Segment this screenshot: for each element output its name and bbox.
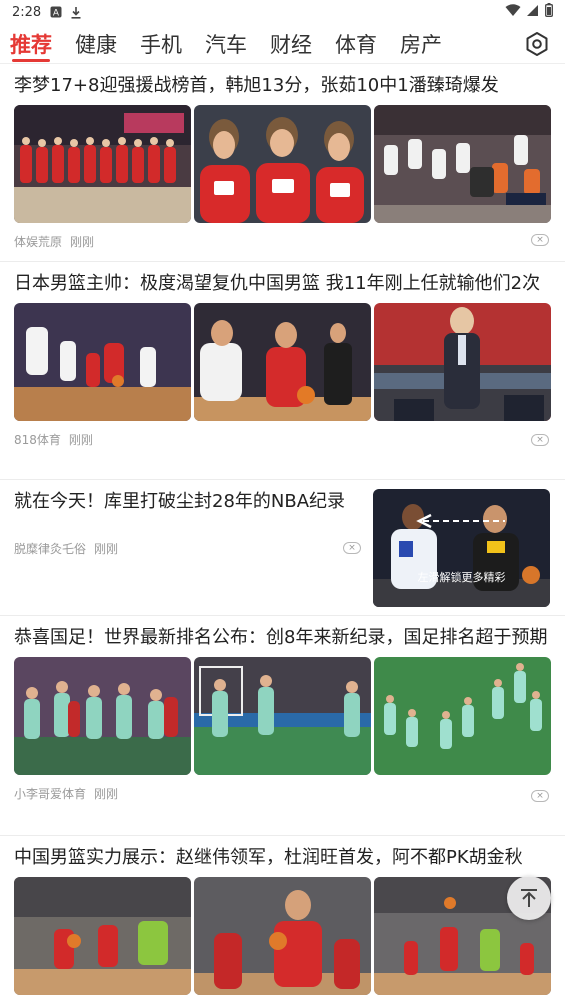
dismiss-button[interactable]: × <box>531 434 549 446</box>
news-time: 刚刚 <box>94 787 119 801</box>
news-card[interactable]: 就在今天！库里打破尘封28年的NBA纪录 脱糜律灸乇俗 刚刚 × 左滑解锁更多精… <box>0 480 565 616</box>
news-feed: 李梦17+8迎强援战榜首，韩旭13分，张茹10中1潘臻琦爆发 体娱荒原 刚刚 ×… <box>0 64 565 1004</box>
news-image[interactable] <box>14 303 191 421</box>
dismiss-button[interactable]: × <box>531 790 549 802</box>
wifi-icon <box>505 3 521 21</box>
status-bar: 2:28 A <box>0 0 565 24</box>
channel-tab-bar: 推荐 健康 手机 汽车 财经 体育 房产 <box>0 24 565 64</box>
signal-icon <box>527 4 539 21</box>
dismiss-button[interactable]: × <box>531 234 549 246</box>
news-title[interactable]: 恭喜国足！世界最新排名公布：创8年来新纪录，国足排名超于预期 <box>0 616 565 651</box>
news-card[interactable]: 日本男篮主帅：极度渴望复仇中国男篮 我11年刚上任就输他们2次 818体育 刚刚… <box>0 262 565 480</box>
news-card[interactable]: 中国男篮实力展示：赵继伟领军，杜润旺首发，阿不都PK胡金秋 <box>0 836 565 1004</box>
news-image[interactable] <box>194 657 371 775</box>
news-image[interactable] <box>374 105 551 223</box>
back-to-top-button[interactable] <box>507 876 551 920</box>
news-time: 刚刚 <box>94 542 119 556</box>
news-title[interactable]: 李梦17+8迎强援战榜首，韩旭13分，张茹10中1潘臻琦爆发 <box>0 64 565 99</box>
news-source: 体娱荒原 <box>14 235 63 249</box>
news-image[interactable] <box>194 303 371 421</box>
dismiss-button[interactable]: × <box>343 542 361 554</box>
news-card[interactable]: 恭喜国足！世界最新排名公布：创8年来新纪录，国足排名超于预期 小李哥爱体育 刚刚… <box>0 616 565 836</box>
news-title[interactable]: 日本男篮主帅：极度渴望复仇中国男篮 我11年刚上任就输他们2次 <box>0 262 565 297</box>
news-image[interactable] <box>194 105 371 223</box>
hexagon-settings-icon <box>526 32 548 56</box>
battery-icon <box>545 3 553 21</box>
channel-settings-button[interactable] <box>521 28 553 60</box>
status-time: 2:28 <box>12 4 42 20</box>
tab-sports[interactable]: 体育 <box>335 24 377 64</box>
news-time: 刚刚 <box>70 235 95 249</box>
notification-a-icon: A <box>49 5 63 19</box>
news-image[interactable] <box>194 877 371 995</box>
tab-auto[interactable]: 汽车 <box>205 24 247 64</box>
news-image[interactable] <box>14 105 191 223</box>
news-image[interactable]: 左滑解锁更多精彩 <box>373 489 550 607</box>
svg-text:A: A <box>53 9 60 19</box>
news-image[interactable] <box>374 657 551 775</box>
swipe-hint-text: 左滑解锁更多精彩 <box>417 571 506 584</box>
arrow-up-to-top-icon <box>521 889 537 907</box>
news-image[interactable] <box>374 303 551 421</box>
news-time: 刚刚 <box>68 433 93 447</box>
news-source: 818体育 <box>14 433 61 447</box>
news-source: 小李哥爱体育 <box>14 787 87 801</box>
news-card[interactable]: 李梦17+8迎强援战榜首，韩旭13分，张茹10中1潘臻琦爆发 体娱荒原 刚刚 × <box>0 64 565 262</box>
tab-realestate[interactable]: 房产 <box>400 24 442 64</box>
news-title[interactable]: 就在今天！库里打破尘封28年的NBA纪录 <box>0 488 360 515</box>
news-image[interactable] <box>14 877 191 995</box>
tab-health[interactable]: 健康 <box>75 24 117 64</box>
tab-phone[interactable]: 手机 <box>140 24 182 64</box>
news-title[interactable]: 中国男篮实力展示：赵继伟领军，杜润旺首发，阿不都PK胡金秋 <box>0 836 565 871</box>
news-source: 脱糜律灸乇俗 <box>14 542 87 556</box>
tab-finance[interactable]: 财经 <box>270 24 312 64</box>
news-image[interactable] <box>14 657 191 775</box>
download-icon <box>69 5 83 19</box>
tab-recommend[interactable]: 推荐 <box>10 24 52 64</box>
